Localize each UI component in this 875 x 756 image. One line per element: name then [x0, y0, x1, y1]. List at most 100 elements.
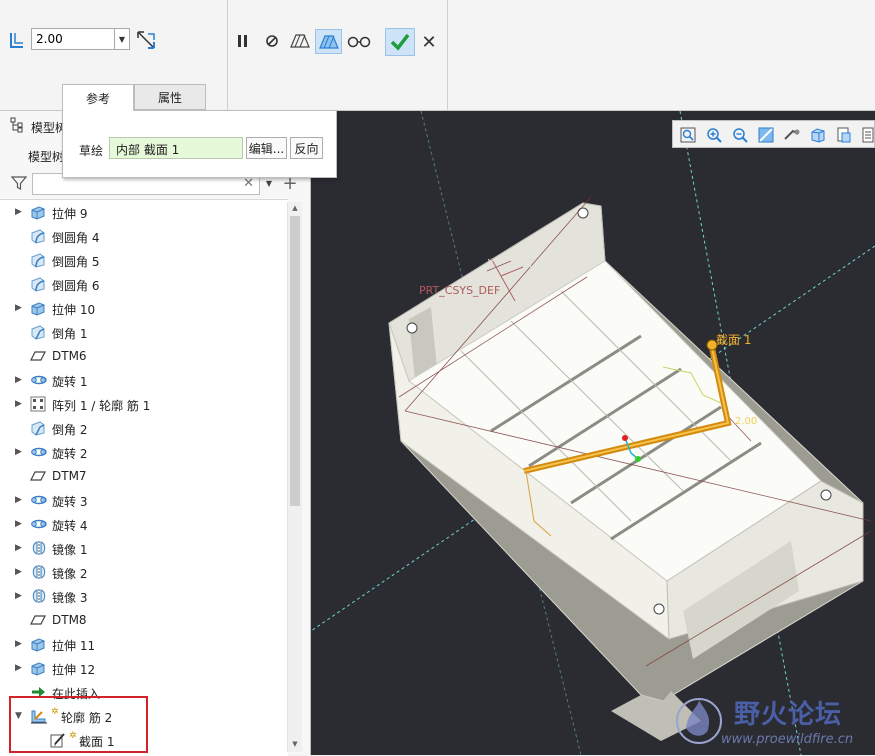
tree-item-label: 倒圆角 5 [52, 255, 100, 269]
revolve-icon [30, 444, 47, 460]
flip-thickness-icon[interactable] [135, 29, 157, 51]
references-panel: 草绘 内部 截面 1 编辑... 反向 [62, 110, 337, 178]
refit-icon[interactable] [679, 126, 697, 144]
tree-item[interactable]: 倒圆角 4 [0, 224, 288, 248]
verify-preview-icon[interactable] [315, 29, 342, 54]
expand-arrow-icon[interactable]: ▶ [15, 399, 25, 409]
graphics-window[interactable]: X Z Y PRT_CSYS_DEF 截面 1 2.00 [311, 111, 875, 755]
tree-item[interactable]: ▶ 阵列 1 / 轮廓 筋 1 [0, 392, 288, 416]
tree-item[interactable]: ▶ 拉伸 12 [0, 656, 288, 680]
tree-item[interactable]: DTM7 [0, 464, 288, 488]
tab-properties[interactable]: 属性 [134, 84, 206, 110]
sketch-collector[interactable]: 内部 截面 1 [109, 137, 243, 159]
forum-watermark: 野火论坛 www.proewildfire.cn [666, 688, 875, 755]
datum-plane-icon [30, 612, 46, 628]
model-tree-panel: 模型树 模型树 ✕ ▼ + ▶ 拉伸 9 倒圆角 4 倒圆角 5 倒圆角 6 ▶ 拉伸 10… [0, 111, 311, 756]
search-dropdown-icon[interactable]: ▼ [264, 178, 274, 188]
expand-arrow-icon[interactable]: ▶ [15, 591, 25, 601]
tab-references[interactable]: 参考 [62, 84, 134, 111]
separator [227, 0, 228, 110]
expand-arrow-icon[interactable]: ▶ [15, 543, 25, 553]
round-icon [30, 228, 46, 244]
tree-item[interactable]: 倒角 2 [0, 416, 288, 440]
tree-item-label: 旋转 1 [52, 375, 88, 389]
tree-item-label: 镜像 2 [52, 567, 88, 581]
thickness-input[interactable] [31, 28, 115, 50]
graphics-toolbar [672, 120, 875, 148]
scroll-up-icon[interactable]: ▲ [288, 204, 302, 214]
thickness-dropdown-button[interactable]: ▼ [115, 28, 130, 50]
confirm-check-icon[interactable] [385, 28, 415, 56]
expand-arrow-icon[interactable]: ▶ [15, 567, 25, 577]
expand-arrow-icon[interactable]: ▶ [15, 663, 25, 673]
tree-scrollbar[interactable]: ▲ ▼ [287, 202, 302, 752]
revolve-icon [30, 372, 47, 388]
separator [447, 0, 448, 110]
tree-item-label: 倒角 1 [52, 327, 88, 341]
saved-views-icon[interactable] [835, 126, 853, 144]
tree-item[interactable]: ▶ 旋转 4 [0, 512, 288, 536]
revolve-icon [30, 492, 47, 508]
tree-item[interactable]: DTM6 [0, 344, 288, 368]
tree-item[interactable]: ▶ 旋转 2 [0, 440, 288, 464]
section-label[interactable]: 截面 1 [716, 333, 751, 347]
model-viewport[interactable]: X Z Y PRT_CSYS_DEF 截面 1 2.00 [311, 111, 875, 755]
zoom-out-icon[interactable] [731, 126, 749, 144]
tree-item-label: 倒角 2 [52, 423, 88, 437]
highlight-annotation-box [9, 696, 148, 753]
tree-item[interactable]: ▶ 拉伸 11 [0, 632, 288, 656]
tree-item-label: 拉伸 9 [52, 207, 88, 221]
tree-item-label: 旋转 2 [52, 447, 88, 461]
tree-item[interactable]: ▶ 镜像 1 [0, 536, 288, 560]
tree-item[interactable]: ▶ 镜像 2 [0, 560, 288, 584]
thickness-dimension-label[interactable]: 2.00 [735, 416, 757, 427]
glasses-icon[interactable] [347, 31, 371, 51]
csys-x-label: X [487, 257, 495, 270]
filter-icon[interactable] [10, 174, 28, 192]
display-style-icon[interactable] [809, 126, 827, 144]
tree-item-label: 旋转 4 [52, 519, 88, 533]
sketch-label: 草绘 [79, 144, 104, 158]
tree-item[interactable]: ▶ 拉伸 10 [0, 296, 288, 320]
expand-arrow-icon[interactable]: ▶ [15, 303, 25, 313]
mirror-icon [30, 564, 46, 580]
cancel-x-icon[interactable]: ✕ [419, 31, 439, 53]
tree-item[interactable]: ▶ 旋转 1 [0, 368, 288, 392]
tree-item[interactable]: ▶ 镜像 3 [0, 584, 288, 608]
datum-plane-icon [30, 468, 46, 484]
model-tree-list: ▶ 拉伸 9 倒圆角 4 倒圆角 5 倒圆角 6 ▶ 拉伸 10 倒角 1 DTM6 ▶ 旋转 1 ▶… [0, 199, 288, 756]
tree-item[interactable]: 倒圆角 6 [0, 272, 288, 296]
tree-item-label: 拉伸 12 [52, 663, 96, 677]
extrude-icon [30, 204, 46, 220]
zoom-in-icon[interactable] [705, 126, 723, 144]
pause-icon[interactable] [234, 32, 252, 50]
revolve-icon [30, 516, 47, 532]
repaint-icon[interactable] [757, 126, 775, 144]
flip-direction-button[interactable]: 反向 [290, 137, 323, 159]
tree-item[interactable]: ▶ 旋转 3 [0, 488, 288, 512]
scroll-thumb[interactable] [290, 216, 300, 506]
edit-sketch-button[interactable]: 编辑... [246, 137, 287, 159]
expand-arrow-icon[interactable]: ▶ [15, 447, 25, 457]
tree-item[interactable]: 倒角 1 [0, 320, 288, 344]
tree-item[interactable]: 倒圆角 5 [0, 248, 288, 272]
tree-item[interactable]: ▶ 拉伸 9 [0, 200, 288, 224]
geometry-preview-icon[interactable] [289, 31, 311, 51]
tree-item[interactable]: DTM8 [0, 608, 288, 632]
expand-arrow-icon[interactable]: ▶ [15, 375, 25, 385]
clear-search-icon[interactable]: ✕ [243, 176, 254, 191]
expand-arrow-icon[interactable]: ▶ [15, 207, 25, 217]
mirror-icon [30, 540, 46, 556]
tree-item-label: DTM6 [52, 349, 87, 363]
scroll-down-icon[interactable]: ▼ [288, 740, 302, 750]
round-icon [30, 252, 46, 268]
no-preview-icon[interactable] [263, 32, 281, 50]
expand-arrow-icon[interactable]: ▶ [15, 639, 25, 649]
view-orient-icon[interactable] [783, 126, 801, 144]
more-views-icon[interactable] [859, 126, 875, 144]
expand-arrow-icon[interactable]: ▶ [15, 519, 25, 529]
tree-item-label: 镜像 3 [52, 591, 88, 605]
expand-arrow-icon[interactable]: ▶ [15, 495, 25, 505]
part-model [388, 196, 872, 741]
tree-item-label: 拉伸 10 [52, 303, 96, 317]
